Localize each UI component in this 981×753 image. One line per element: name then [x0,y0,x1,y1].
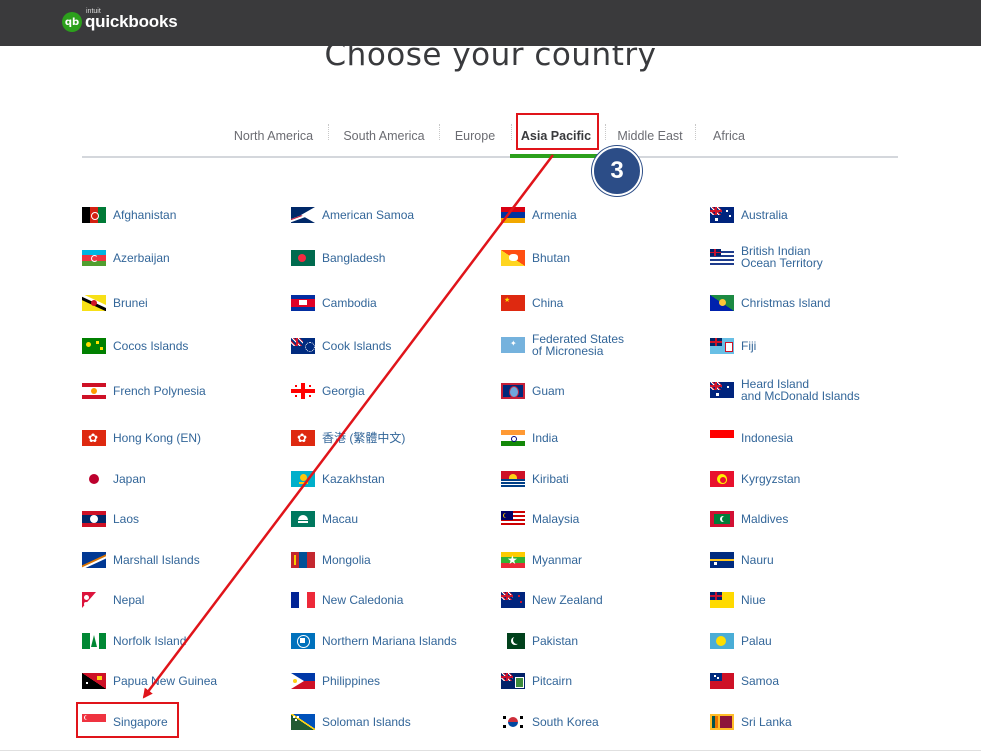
annotation-arrow [142,154,554,699]
page-bottom-divider [0,750,981,751]
